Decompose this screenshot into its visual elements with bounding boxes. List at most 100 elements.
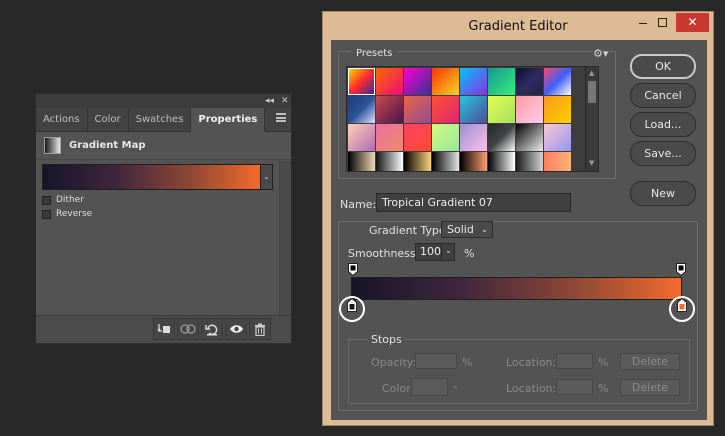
reverse-option[interactable]: Reverse [42,209,92,219]
panel-bottom-bar [36,315,291,343]
preset-swatch[interactable] [516,96,543,123]
adjustment-header: Gradient Map [36,132,291,160]
color-location-input[interactable] [556,379,593,395]
opacity-location-label: Location: [506,356,557,369]
gradient-dropdown-arrow-icon[interactable]: ⌄ [261,164,273,190]
preset-swatch[interactable] [404,68,431,95]
color-dropdown-icon[interactable]: ⌄ [452,381,459,390]
scroll-down-icon[interactable]: ▼ [589,159,594,167]
color-swatch[interactable] [411,378,448,396]
preset-grid [348,68,571,171]
preset-swatch[interactable] [432,124,459,151]
preset-swatch[interactable] [348,96,375,123]
reverse-label: Reverse [56,209,93,219]
opacity-stop-left[interactable] [348,263,358,276]
presets-scrollbar[interactable]: ▲ ▼ [585,67,598,171]
preset-swatch[interactable] [544,96,571,123]
opacity-stop-right[interactable] [676,263,686,276]
panel-menu-icon[interactable] [276,113,286,122]
scroll-up-icon[interactable]: ▲ [589,69,594,77]
panel-scrollbar[interactable] [279,161,291,316]
preset-swatch[interactable] [348,124,375,151]
preset-swatch[interactable] [544,124,571,151]
collapse-panel-icon[interactable]: ◂◂ [265,95,274,107]
clip-to-layer-icon[interactable] [153,318,175,340]
dither-option[interactable]: Dither [42,195,84,205]
name-label: Name: [340,198,377,211]
preset-swatch[interactable] [488,152,515,171]
preset-swatch[interactable] [544,152,571,171]
ok-button[interactable]: OK [630,54,696,79]
preset-swatch[interactable] [432,68,459,95]
name-input[interactable]: Tropical Gradient 07 [376,193,571,212]
visibility-eye-icon[interactable] [225,318,247,340]
close-panel-icon[interactable]: ✕ [281,95,289,107]
smoothness-dropdown-icon[interactable]: ⌄ [441,243,455,261]
preset-swatch[interactable] [376,152,403,171]
reverse-checkbox[interactable] [42,209,51,219]
preset-swatch[interactable] [432,152,459,171]
load-button[interactable]: Load... [630,112,696,137]
maximize-icon[interactable] [652,13,672,32]
preset-swatch[interactable] [516,152,543,171]
opacity-location-input[interactable] [556,353,593,369]
cancel-button[interactable]: Cancel [630,83,696,108]
gradient-type-label: Gradient Type: [366,224,453,237]
panel-titlebar: ◂◂ ✕ [36,94,291,108]
scroll-thumb[interactable] [588,81,596,103]
preset-swatches: ▲ ▼ [346,66,599,172]
preset-swatch[interactable] [376,96,403,123]
color-location-label: Location: [506,382,557,395]
preset-swatch[interactable] [460,152,487,171]
color-label: Color: [382,382,415,395]
gradient-editor-dialog: Gradient Editor ✕ Presets ⚙▾ ▲ ▼ OK Canc… [322,11,714,426]
preset-swatch[interactable] [488,124,515,151]
preset-swatch[interactable] [488,96,515,123]
preset-swatch[interactable] [404,96,431,123]
stops-label: Stops [368,333,405,346]
preset-swatch[interactable] [348,68,375,95]
gear-icon[interactable]: ⚙▾ [593,47,609,60]
trash-icon[interactable] [249,318,271,340]
preset-swatch[interactable] [516,124,543,151]
new-button[interactable]: New [630,181,696,206]
preset-swatch[interactable] [432,96,459,123]
view-previous-state-icon[interactable] [177,318,199,340]
minimize-icon[interactable] [633,13,653,32]
close-dialog-icon[interactable]: ✕ [676,13,709,32]
preset-swatch[interactable] [460,124,487,151]
tab-properties[interactable]: Properties [191,108,266,132]
color-delete-button[interactable]: Delete [620,379,680,396]
gradient-ramp[interactable] [351,277,682,300]
preset-swatch[interactable] [404,152,431,171]
tab-actions[interactable]: Actions [36,108,88,131]
dither-checkbox[interactable] [42,195,51,205]
preset-swatch[interactable] [376,68,403,95]
adjustment-title: Gradient Map [69,140,146,151]
opacity-input[interactable] [415,353,457,369]
chevron-down-icon: ⌄ [481,225,488,234]
preset-swatch[interactable] [488,68,515,95]
gradient-map-icon [44,137,61,154]
color-stop-left[interactable] [347,298,357,312]
dither-label: Dither [56,195,84,205]
save-button[interactable]: Save... [630,141,696,166]
opacity-location-percent: % [598,356,609,369]
preset-swatch[interactable] [544,68,571,95]
properties-panel: ◂◂ ✕ Actions Color Swatches Properties G… [35,93,292,344]
preset-swatch[interactable] [460,96,487,123]
preset-swatch[interactable] [516,68,543,95]
opacity-delete-button[interactable]: Delete [620,353,680,370]
preset-swatch[interactable] [460,68,487,95]
preset-swatch[interactable] [376,124,403,151]
smoothness-percent: % [464,247,475,260]
color-stop-right[interactable] [677,298,687,312]
preset-swatch[interactable] [348,152,375,171]
tab-color[interactable]: Color [88,108,129,131]
tab-swatches[interactable]: Swatches [129,108,192,131]
gradient-preview[interactable] [42,164,261,190]
preset-swatch[interactable] [404,124,431,151]
gradient-type-select[interactable]: Solid ⌄ [441,221,493,238]
presets-label: Presets [351,48,398,59]
reset-icon[interactable] [201,318,223,340]
